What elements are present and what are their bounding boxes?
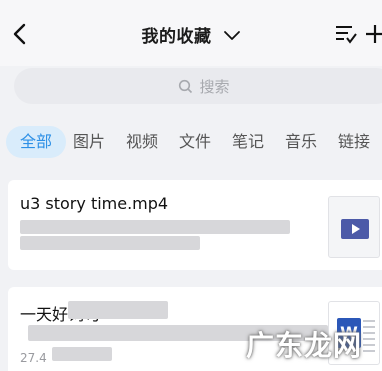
add-icon[interactable] [364,22,382,46]
chevron-down-icon [223,30,240,40]
tab-images[interactable]: 图片 [73,126,105,158]
redacted-text [68,301,168,319]
tab-all[interactable]: 全部 [6,126,67,158]
list-item[interactable]: u3 story time.mp4 [8,180,382,270]
tab-notes[interactable]: 笔记 [232,126,264,158]
redacted-text [20,236,200,250]
search-input[interactable]: 搜索 [14,68,382,104]
tab-files[interactable]: 文件 [179,126,211,158]
favorites-screen: 我的收藏 搜索 全部 图片 视频 文件 笔记 音乐 链接 u3 story ti… [0,0,382,371]
search-icon [179,79,193,94]
watermark-text: 广东龙网 [246,329,363,362]
top-bar: 我的收藏 [0,0,382,66]
redacted-text [20,220,290,234]
tab-videos[interactable]: 视频 [126,126,158,158]
item-date: 27.4 [20,351,47,365]
item-title: u3 story time.mp4 [20,194,169,213]
search-placeholder: 搜索 [199,78,230,96]
video-play-icon [341,219,369,239]
redacted-text [52,347,112,361]
sort-list-icon[interactable] [334,22,358,46]
video-thumbnail [328,196,380,258]
tab-links[interactable]: 链接 [338,126,370,158]
category-tabs: 全部 图片 视频 文件 笔记 音乐 链接 [0,124,382,160]
title-dropdown[interactable]: 我的收藏 [0,22,382,47]
tab-music[interactable]: 音乐 [285,126,317,158]
page-title: 我的收藏 [141,27,212,47]
